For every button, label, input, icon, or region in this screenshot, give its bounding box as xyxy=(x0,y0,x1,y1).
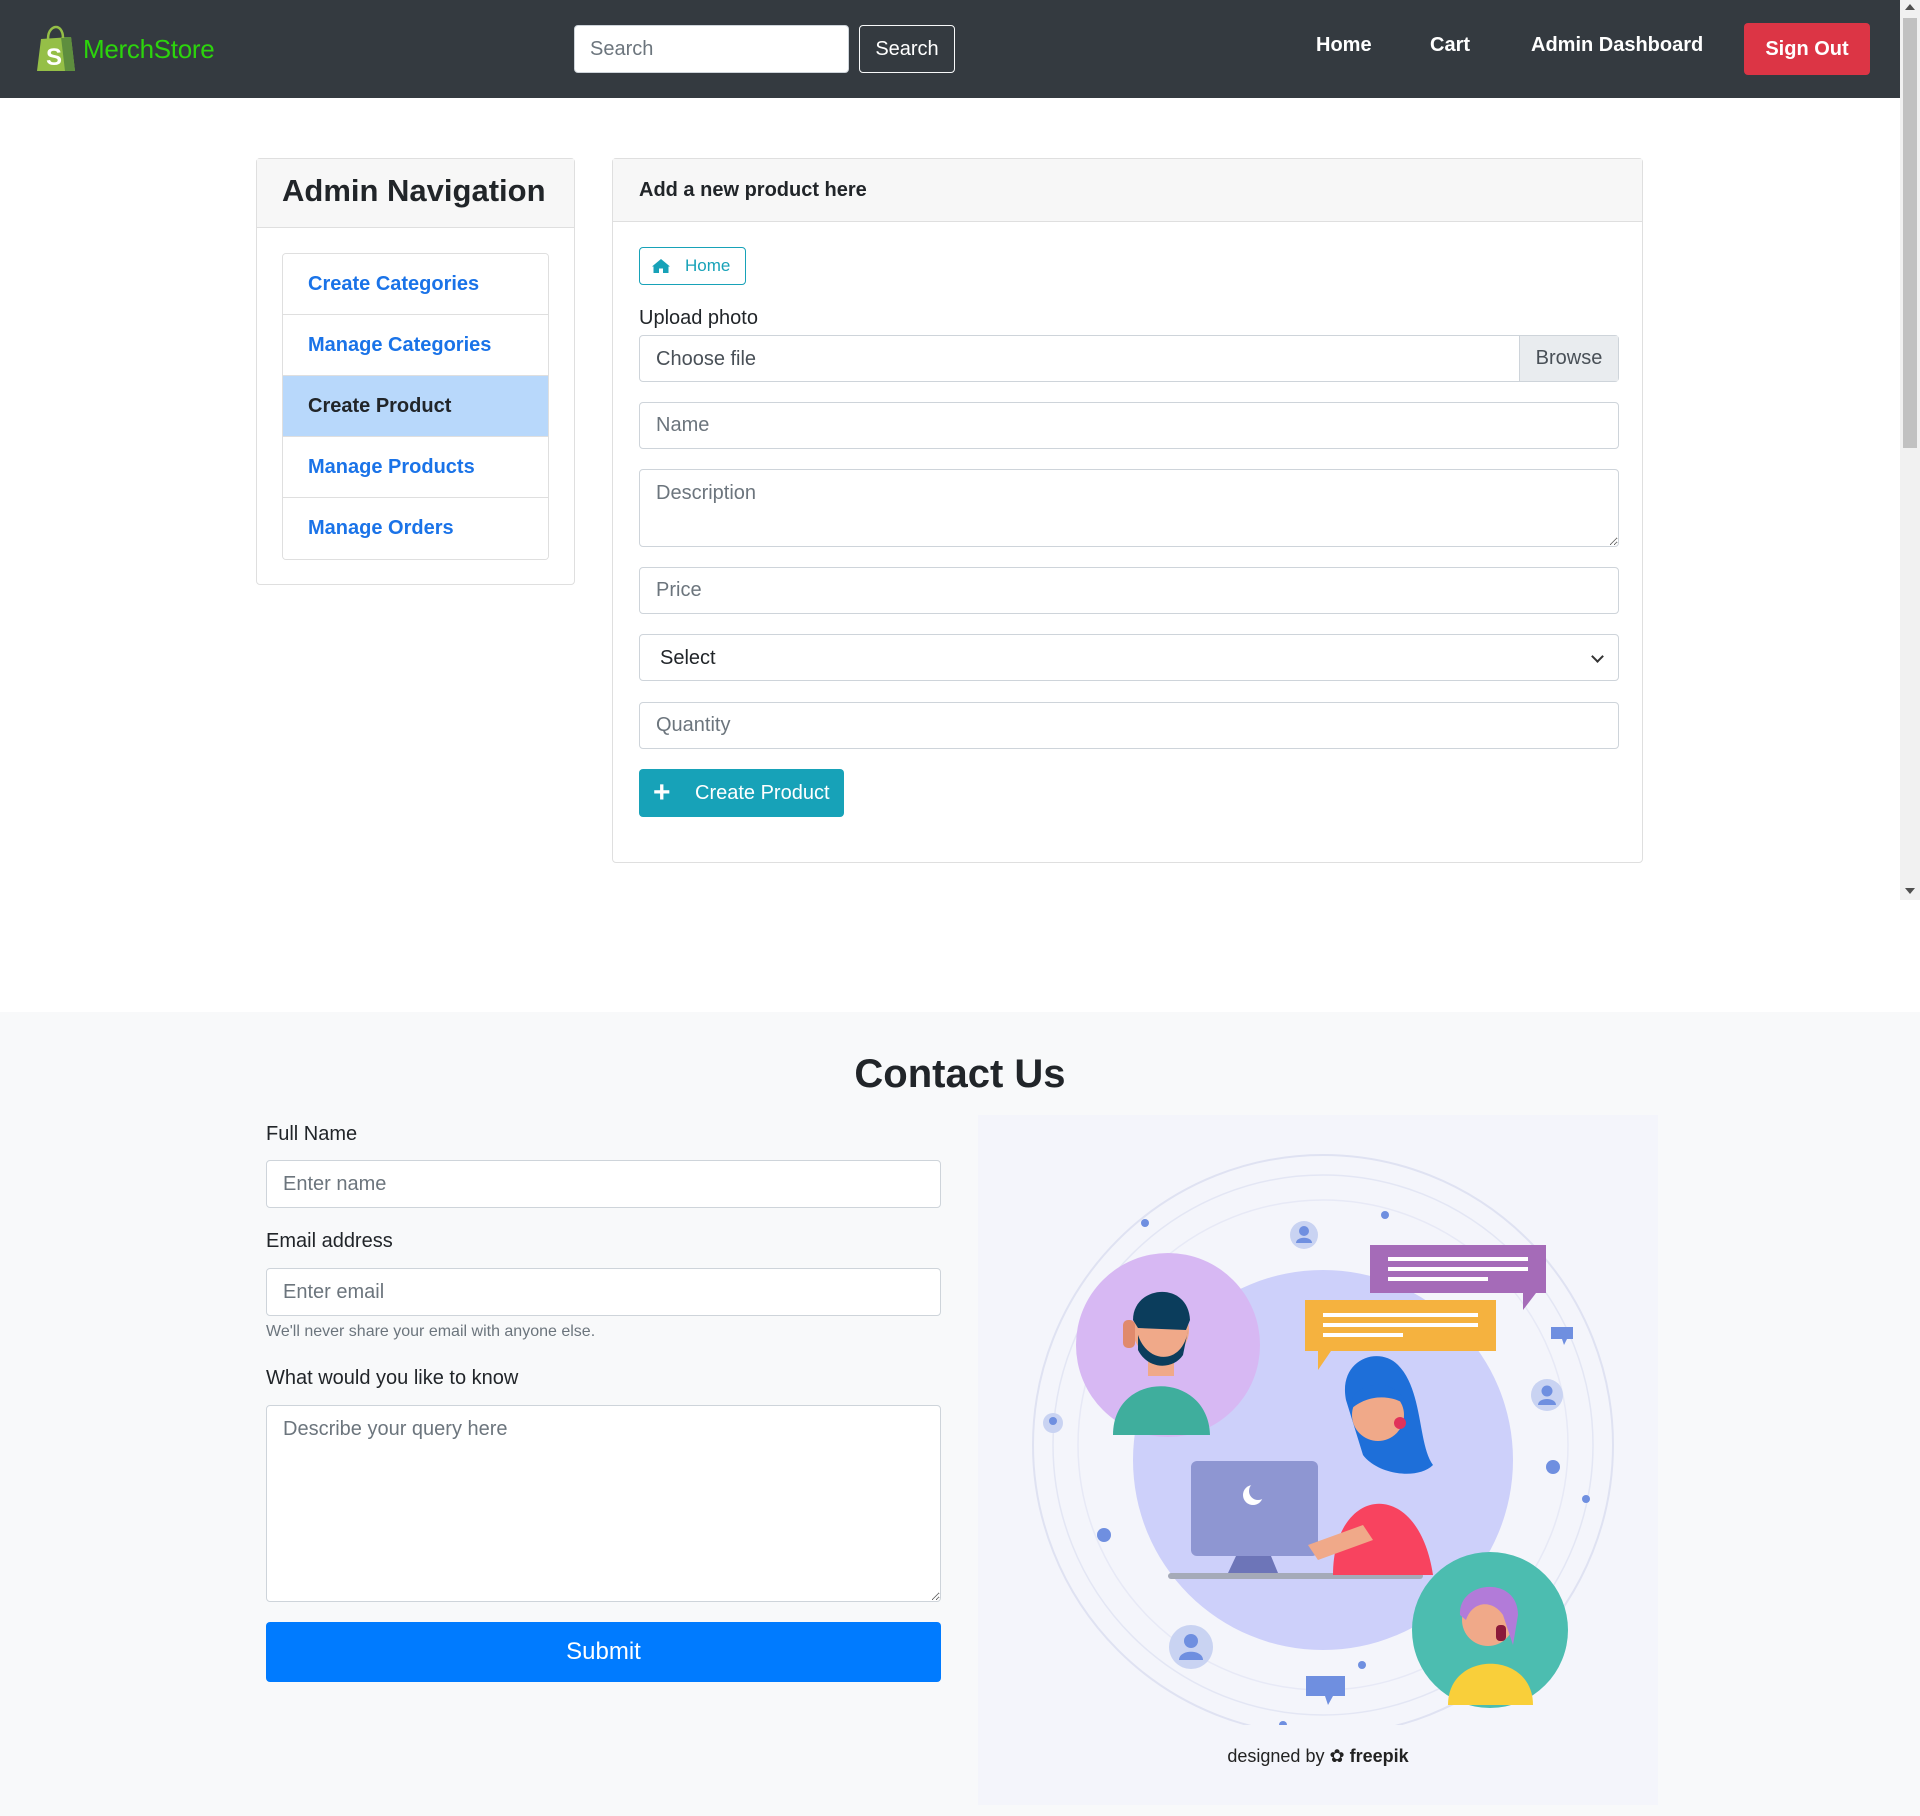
nav-home-link[interactable]: Home xyxy=(1316,34,1372,57)
page-scrollbar[interactable] xyxy=(1900,0,1920,900)
create-product-card: Add a new product here Home Upload photo… xyxy=(612,158,1643,863)
category-select[interactable]: Select xyxy=(639,634,1619,681)
scroll-down-arrow-icon[interactable] xyxy=(1905,888,1915,894)
illustration-credit: designed by ✿ freepik xyxy=(978,1746,1658,1767)
create-product-button-label: Create Product xyxy=(695,781,830,804)
contact-submit-button[interactable]: Submit xyxy=(266,1622,941,1682)
home-button[interactable]: Home xyxy=(639,247,746,285)
browse-button[interactable]: Browse xyxy=(1519,336,1618,381)
product-name-input[interactable] xyxy=(639,402,1619,449)
admin-item-create-categories[interactable]: Create Categories xyxy=(283,254,548,315)
query-label: What would you like to know xyxy=(266,1367,519,1389)
admin-navigation-list: Create Categories Manage Categories Crea… xyxy=(282,253,549,560)
nav-admin-dashboard-link[interactable]: Admin Dashboard xyxy=(1531,34,1703,57)
admin-item-create-product[interactable]: Create Product xyxy=(283,376,548,437)
customer-support-illustration: designed by ✿ freepik xyxy=(978,1115,1658,1805)
email-help-text: We'll never share your email with anyone… xyxy=(266,1323,596,1340)
brand-logo[interactable]: S MerchStore xyxy=(35,25,215,73)
admin-navigation-card: Admin Navigation Create Categories Manag… xyxy=(256,158,575,585)
admin-item-manage-categories[interactable]: Manage Categories xyxy=(283,315,548,376)
product-price-input[interactable] xyxy=(639,567,1619,614)
support-scene-image xyxy=(1032,1154,1614,1736)
brand-name: MerchStore xyxy=(83,33,215,64)
admin-navigation-title: Admin Navigation xyxy=(282,173,546,208)
contact-query-textarea[interactable] xyxy=(266,1405,941,1602)
search-input[interactable] xyxy=(574,25,849,73)
create-product-header: Add a new product here xyxy=(613,159,1642,222)
shopping-bag-icon: S xyxy=(37,25,75,71)
category-select-value: Select xyxy=(660,647,716,669)
search-button[interactable]: Search xyxy=(859,25,955,73)
scroll-up-arrow-icon[interactable] xyxy=(1905,4,1915,10)
file-input-placeholder: Choose file xyxy=(656,348,757,370)
chevron-down-icon xyxy=(1591,650,1604,663)
contact-section: Contact Us Full Name Email address We'll… xyxy=(0,1012,1920,1816)
contact-title: Contact Us xyxy=(854,1052,1066,1096)
admin-item-manage-orders[interactable]: Manage Orders xyxy=(283,498,548,559)
contact-email-input[interactable] xyxy=(266,1268,941,1316)
top-navbar: S MerchStore Search Home Cart Admin Dash… xyxy=(0,0,1900,98)
product-description-input[interactable] xyxy=(639,469,1619,547)
credit-prefix: designed by xyxy=(1227,1746,1325,1766)
full-name-label: Full Name xyxy=(266,1123,358,1145)
freepik-logo-icon: ✿ xyxy=(1329,1746,1345,1766)
admin-item-manage-products[interactable]: Manage Products xyxy=(283,437,548,498)
email-label: Email address xyxy=(266,1230,393,1252)
sign-out-button[interactable]: Sign Out xyxy=(1744,23,1870,75)
plus-icon: + xyxy=(653,776,671,809)
scrollbar-thumb[interactable] xyxy=(1903,18,1917,448)
svg-text:S: S xyxy=(46,44,62,71)
product-quantity-input[interactable] xyxy=(639,702,1619,749)
photo-file-input[interactable]: Choose file Browse xyxy=(639,335,1619,382)
home-icon xyxy=(652,259,670,273)
contact-name-input[interactable] xyxy=(266,1160,941,1208)
create-product-button[interactable]: + Create Product xyxy=(639,769,844,817)
nav-cart-link[interactable]: Cart xyxy=(1430,34,1470,57)
admin-navigation-header: Admin Navigation xyxy=(257,159,574,228)
upload-photo-label: Upload photo xyxy=(639,307,758,329)
credit-brand: freepik xyxy=(1349,1746,1409,1766)
home-button-label: Home xyxy=(685,256,731,275)
